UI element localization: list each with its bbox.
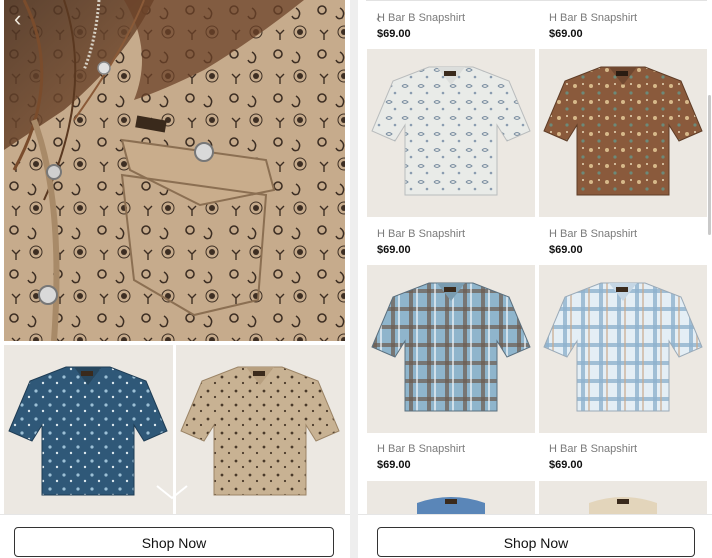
- white-floral-shirt-image: [371, 66, 531, 196]
- product-name: H Bar B Snapshirt: [549, 443, 638, 455]
- product-card-label[interactable]: H Bar B Snapshirt $69.00: [549, 228, 709, 256]
- left-panel: ‹ Shop Now: [0, 0, 350, 558]
- thumbnail-tan-shirt[interactable]: [176, 345, 345, 514]
- product-price: $69.00: [549, 28, 583, 40]
- product-price: $69.00: [377, 459, 411, 471]
- product-image-blue-plaid[interactable]: [367, 265, 535, 433]
- product-card-label[interactable]: H Bar B Snapshirt $69.00: [377, 443, 537, 471]
- light-blue-plaid-shirt-image: [543, 282, 703, 412]
- product-image-white-floral[interactable]: [367, 49, 535, 217]
- product-price: $69.00: [377, 28, 411, 40]
- hero-photo: [4, 0, 345, 341]
- right-panel: ‹ H Bar B Snapshirt $69.00 H Bar B Snaps…: [358, 0, 712, 558]
- top-divider: [366, 0, 707, 1]
- product-price: $69.00: [549, 244, 583, 256]
- blue-plaid-shirt-image: [371, 282, 531, 412]
- shop-now-button[interactable]: Shop Now: [14, 527, 334, 557]
- product-image-brown-floral[interactable]: [539, 49, 707, 217]
- product-name: H Bar B Snapshirt: [549, 12, 638, 24]
- hero-product-image[interactable]: ‹: [4, 0, 345, 341]
- product-image-light-blue-plaid[interactable]: [539, 265, 707, 433]
- product-card-label[interactable]: H Bar B Snapshirt $69.00: [549, 443, 709, 471]
- shop-now-button[interactable]: Shop Now: [377, 527, 695, 557]
- product-name: H Bar B Snapshirt: [377, 443, 466, 455]
- brown-floral-shirt-image: [543, 66, 703, 196]
- product-name: H Bar B Snapshirt: [549, 228, 638, 240]
- panel-divider: [350, 0, 358, 558]
- scrollbar[interactable]: [708, 95, 711, 235]
- left-bottom-bar: Shop Now: [0, 514, 350, 558]
- product-card-label[interactable]: H Bar B Snapshirt $69.00: [377, 12, 537, 40]
- product-name: H Bar B Snapshirt: [377, 12, 466, 24]
- chevron-down-icon[interactable]: [155, 480, 189, 504]
- navy-shirt-image: [8, 366, 168, 496]
- right-bottom-bar: Shop Now: [358, 514, 712, 558]
- product-name: H Bar B Snapshirt: [377, 228, 466, 240]
- product-card-label[interactable]: H Bar B Snapshirt $69.00: [549, 12, 709, 40]
- thumbnail-navy-shirt[interactable]: [4, 345, 173, 514]
- product-price: $69.00: [549, 459, 583, 471]
- back-arrow-icon[interactable]: ‹: [14, 8, 36, 30]
- product-price: $69.00: [377, 244, 411, 256]
- product-card-label[interactable]: H Bar B Snapshirt $69.00: [377, 228, 537, 256]
- tan-shirt-image: [180, 366, 340, 496]
